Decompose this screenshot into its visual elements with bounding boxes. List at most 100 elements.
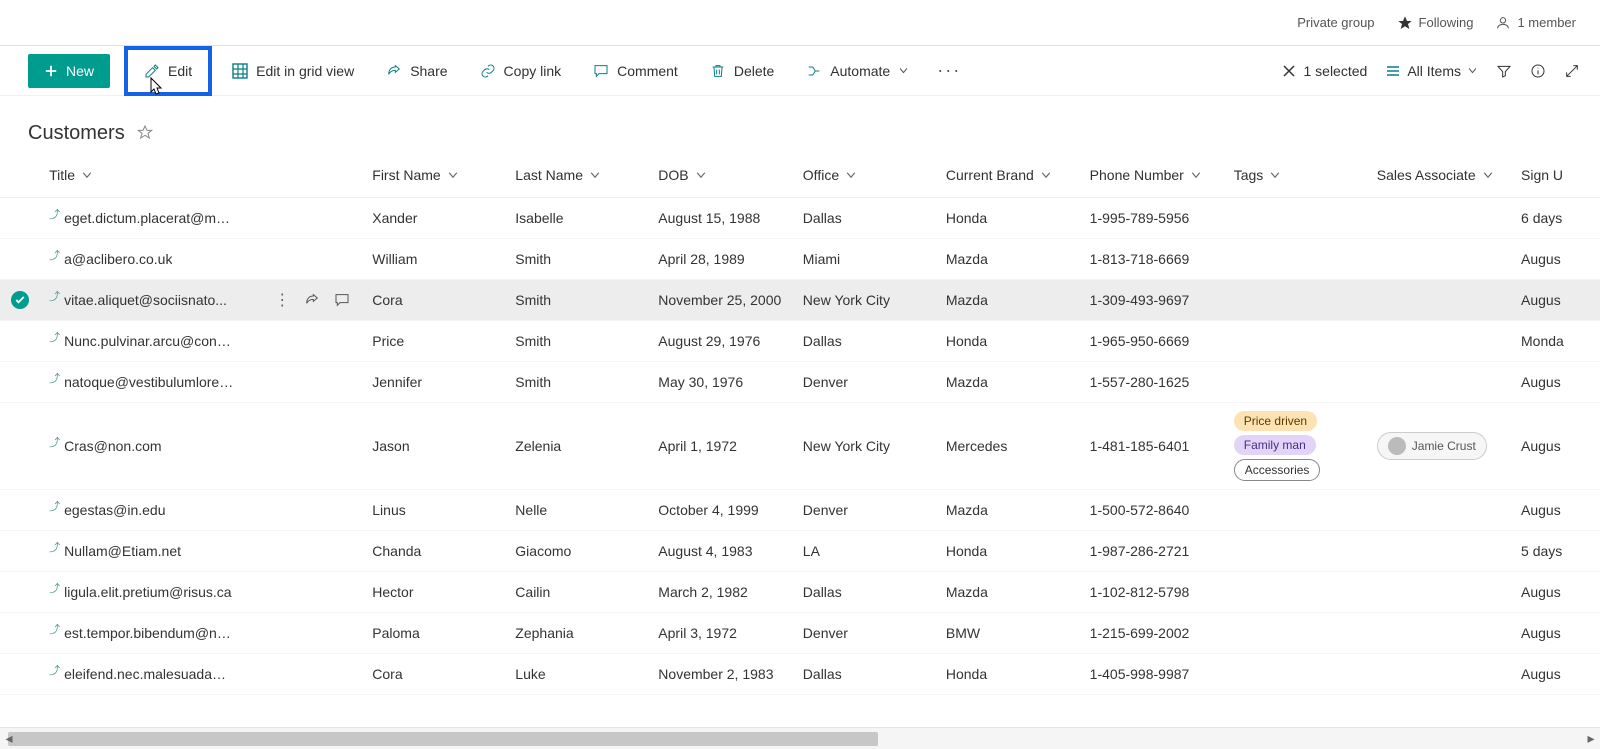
row-select-cell[interactable] [0, 362, 49, 403]
view-selector[interactable]: All Items [1385, 63, 1478, 79]
row-title-cell[interactable]: ⤴ligula.elit.pretium@risus.ca [49, 572, 372, 613]
row-cell-signup: Augus [1521, 613, 1600, 654]
row-select-cell[interactable] [0, 403, 49, 490]
comment-icon [593, 63, 609, 79]
col-header-assoc[interactable]: Sales Associate [1377, 167, 1511, 183]
row-cell-phone: 1-102-812-5798 [1090, 572, 1234, 613]
clear-selection[interactable]: 1 selected [1281, 63, 1367, 79]
row-title-cell[interactable]: ⤴est.tempor.bibendum@neccursusa.com [49, 613, 372, 654]
row-cell-office: Denver [803, 362, 946, 403]
table-row[interactable]: ⤴egestas@in.eduLinusNelleOctober 4, 1999… [0, 490, 1600, 531]
link-indicator-icon: ⤴ [49, 247, 60, 263]
row-cell-office: New York City [803, 280, 946, 321]
scroll-thumb[interactable] [8, 732, 878, 746]
comment-row-icon[interactable] [334, 292, 350, 308]
row-select-cell[interactable] [0, 198, 49, 239]
row-title-text: ligula.elit.pretium@risus.ca [64, 584, 232, 600]
row-select-cell[interactable] [0, 490, 49, 531]
scroll-right-arrow[interactable]: ▸ [1582, 730, 1600, 747]
row-cell-phone: 1-995-789-5956 [1090, 198, 1234, 239]
table-row[interactable]: ⤴natoque@vestibulumlorem.eduJenniferSmit… [0, 362, 1600, 403]
row-title-text: Nullam@Etiam.net [64, 543, 181, 559]
following-indicator[interactable]: Following [1397, 15, 1474, 31]
tag-chip[interactable]: Accessories [1234, 459, 1321, 481]
row-title-cell[interactable]: ⤴Cras@non.com [49, 403, 372, 490]
edit-button[interactable]: Edit [132, 54, 204, 88]
person-chip[interactable]: Jamie Crust [1377, 432, 1487, 460]
tag-chip[interactable]: Family man [1234, 435, 1316, 455]
row-title-cell[interactable]: ⤴vitae.aliquet@sociisnato...⋮ [49, 280, 372, 321]
row-cell-signup: Augus [1521, 572, 1600, 613]
col-header-tags[interactable]: Tags [1234, 167, 1367, 183]
row-cell-brand: Mazda [946, 280, 1090, 321]
table-row[interactable]: ⤴vitae.aliquet@sociisnato...⋮CoraSmithNo… [0, 280, 1600, 321]
trash-icon [710, 63, 726, 79]
row-select-cell[interactable] [0, 613, 49, 654]
favorite-toggle[interactable] [137, 124, 153, 143]
scroll-left-arrow[interactable]: ◂ [0, 730, 18, 747]
col-header-fn[interactable]: First Name [372, 167, 505, 183]
col-header-office[interactable]: Office [803, 167, 936, 183]
table-row[interactable]: ⤴eget.dictum.placerat@mattis.caXanderIsa… [0, 198, 1600, 239]
row-title-text: eget.dictum.placerat@mattis.ca [64, 210, 234, 226]
person-icon [1495, 15, 1511, 31]
table-row[interactable]: ⤴ligula.elit.pretium@risus.caHectorCaili… [0, 572, 1600, 613]
row-more-icon[interactable]: ⋮ [274, 290, 290, 310]
table-row[interactable]: ⤴a@aclibero.co.ukWilliamSmithApril 28, 1… [0, 239, 1600, 280]
automate-button[interactable]: Automate [794, 54, 921, 88]
col-header-brand[interactable]: Current Brand [946, 167, 1080, 183]
row-title-cell[interactable]: ⤴eget.dictum.placerat@mattis.ca [49, 198, 372, 239]
new-button-label: New [66, 63, 94, 79]
link-indicator-icon: ⤴ [49, 539, 60, 555]
group-type-text: Private group [1297, 15, 1374, 30]
table-row[interactable]: ⤴Cras@non.comJasonZeleniaApril 1, 1972Ne… [0, 403, 1600, 490]
row-cell-ln: Giacomo [515, 531, 658, 572]
col-header-signup[interactable]: Sign U [1521, 167, 1590, 183]
table-row[interactable]: ⤴est.tempor.bibendum@neccursusa.comPalom… [0, 613, 1600, 654]
horizontal-scrollbar[interactable]: ◂ ▸ [0, 727, 1600, 749]
share-icon [386, 63, 402, 79]
table-row[interactable]: ⤴Nunc.pulvinar.arcu@conubianostraper.edu… [0, 321, 1600, 362]
row-title-cell[interactable]: ⤴natoque@vestibulumlorem.edu [49, 362, 372, 403]
row-cell-dob: October 4, 1999 [658, 490, 803, 531]
share-row-icon[interactable] [304, 292, 320, 308]
row-title-cell[interactable]: ⤴Nullam@Etiam.net [49, 531, 372, 572]
chevron-down-icon [1269, 169, 1281, 181]
edit-in-grid-button[interactable]: Edit in grid view [220, 54, 366, 88]
row-title-cell[interactable]: ⤴eleifend.nec.malesuada@atrisus.ca [49, 654, 372, 695]
col-header-ln[interactable]: Last Name [515, 167, 648, 183]
col-header-phone[interactable]: Phone Number [1090, 167, 1224, 183]
filter-button[interactable] [1496, 63, 1512, 79]
chevron-down-icon [447, 169, 459, 181]
copy-link-button[interactable]: Copy link [468, 54, 574, 88]
row-title-cell[interactable]: ⤴a@aclibero.co.uk [49, 239, 372, 280]
delete-button[interactable]: Delete [698, 54, 786, 88]
row-cell-fn: Hector [372, 572, 515, 613]
view-label: All Items [1407, 63, 1461, 79]
customers-table: Title First Name Last Name DOB Office Cu… [0, 153, 1600, 695]
expand-button[interactable] [1564, 63, 1580, 79]
list-scroll-region[interactable]: Title First Name Last Name DOB Office Cu… [0, 153, 1600, 748]
share-button[interactable]: Share [374, 54, 459, 88]
table-row[interactable]: ⤴eleifend.nec.malesuada@atrisus.caCoraLu… [0, 654, 1600, 695]
row-title-cell[interactable]: ⤴Nunc.pulvinar.arcu@conubianostraper.edu [49, 321, 372, 362]
row-cell-dob: November 2, 1983 [658, 654, 803, 695]
info-button[interactable] [1530, 63, 1546, 79]
comment-button[interactable]: Comment [581, 54, 690, 88]
col-header-dob[interactable]: DOB [658, 167, 793, 183]
row-select-cell[interactable] [0, 572, 49, 613]
row-select-cell[interactable] [0, 321, 49, 362]
row-cell-associate [1377, 280, 1521, 321]
row-cell-signup: Augus [1521, 654, 1600, 695]
members-indicator[interactable]: 1 member [1495, 15, 1576, 31]
row-select-cell[interactable] [0, 280, 49, 321]
row-title-cell[interactable]: ⤴egestas@in.edu [49, 490, 372, 531]
more-commands[interactable]: ··· [929, 60, 969, 81]
new-button[interactable]: New [28, 54, 110, 88]
row-select-cell[interactable] [0, 654, 49, 695]
col-header-title[interactable]: Title [49, 167, 362, 183]
tag-chip[interactable]: Price driven [1234, 411, 1317, 431]
row-select-cell[interactable] [0, 239, 49, 280]
row-select-cell[interactable] [0, 531, 49, 572]
table-row[interactable]: ⤴Nullam@Etiam.netChandaGiacomoAugust 4, … [0, 531, 1600, 572]
